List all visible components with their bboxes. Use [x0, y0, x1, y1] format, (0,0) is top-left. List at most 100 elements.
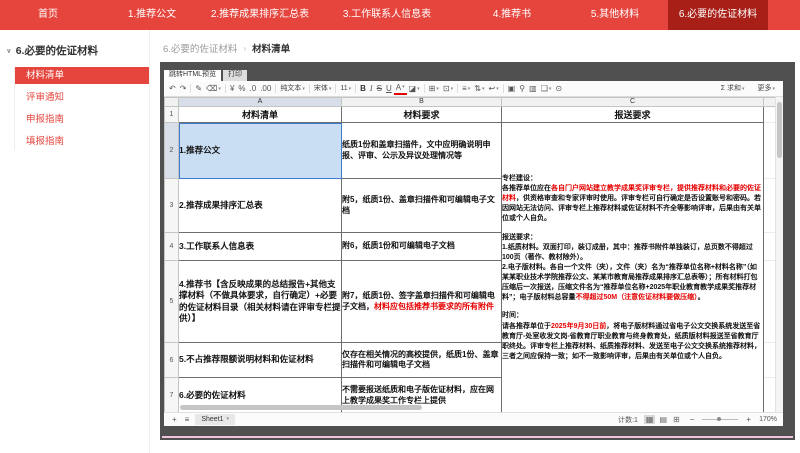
nav-tab-6[interactable]: 5.其他材料 — [562, 0, 668, 30]
increase-decimal-icon[interactable]: .00 — [258, 82, 273, 96]
zoom-slider[interactable] — [702, 419, 738, 420]
page-view-icon[interactable]: ▤ — [657, 415, 669, 424]
corner-cell[interactable] — [165, 98, 179, 107]
vertical-align-button[interactable]: ⇅▾ — [472, 82, 486, 96]
number-format-dropdown[interactable]: 纯文本▾ — [278, 82, 307, 96]
header-cell-1[interactable]: 材料清单 — [179, 107, 342, 123]
header-cell-2[interactable]: 材料要求 — [342, 107, 502, 123]
sheet-tab-caret-icon[interactable]: ▾ — [227, 414, 230, 425]
empty-cell[interactable] — [764, 343, 776, 378]
nav-tab-2[interactable]: 1.推荐公文 — [96, 0, 208, 30]
cell-B3[interactable]: 附5，纸质1份、盖章扫描件和可编辑电子文档 — [342, 179, 502, 233]
cell-A5[interactable]: 4.推荐书【含反映成果的总结报告+其他支撑材料（不做具体要求，自行确定）+必要的… — [179, 261, 342, 343]
vertical-scrollbar-thumb[interactable] — [777, 102, 782, 158]
page-break-view-icon[interactable]: ⊞ — [671, 415, 682, 424]
comment-button[interactable]: ❏▾ — [539, 82, 554, 96]
nav-tab-5[interactable]: 4.推荐书 — [462, 0, 562, 30]
underline-button[interactable]: U — [384, 82, 394, 96]
viewer-tab-2[interactable]: 打印 — [223, 70, 247, 81]
row-number-1[interactable]: 1 — [165, 107, 179, 123]
dropdown-caret-icon: ▾ — [451, 82, 454, 96]
more-dropdown[interactable]: 更多▾ — [755, 82, 777, 96]
vertical-scrollbar[interactable] — [775, 97, 783, 412]
sidebar-item-3[interactable]: 申报指南 — [15, 111, 149, 128]
header-cell-3[interactable]: 报送要求 — [502, 107, 764, 123]
cell-A3[interactable]: 2.推荐成果排序汇总表 — [179, 179, 342, 233]
text-wrap-button[interactable]: ↩▾ — [487, 82, 501, 96]
decrease-decimal-icon[interactable]: .0 — [248, 82, 259, 96]
cell-B6[interactable]: 仅存在相关情况的高校提供，纸质1份、盖章扫描件和可编辑电子文档 — [342, 343, 502, 378]
cell-text-segment: ，供资格审查和专家评审时使用。评审专栏可自行确定是否设置账号和密码。若因网站无法… — [502, 195, 761, 222]
borders-button[interactable]: ⊞▾ — [427, 82, 441, 96]
sum-dropdown[interactable]: Σ 求和▾ — [719, 82, 747, 96]
cell-A6[interactable]: 5.不占推荐限额说明材料和佐证材料 — [179, 343, 342, 378]
normal-view-icon[interactable]: ▦ — [644, 415, 656, 424]
italic-button[interactable]: I — [368, 82, 375, 96]
nav-tab-1[interactable]: 首页 — [0, 0, 96, 30]
nav-tab-7[interactable]: 6.必要的佐证材料 — [668, 0, 768, 30]
insert-chart-button[interactable]: ▥ — [527, 82, 539, 96]
percent-format-icon[interactable]: % — [236, 82, 247, 96]
col-header-B[interactable]: B — [342, 98, 502, 107]
row-number-4[interactable]: 4 — [165, 233, 179, 261]
cell-B4[interactable]: 附6，纸质1份和可编辑电子文档 — [342, 233, 502, 261]
cell-B5[interactable]: 附7，纸质1份、签字盖章扫描件和可编辑电子文档，材料应包括推荐书要求的所有附件 — [342, 261, 502, 343]
row-number-5[interactable]: 5 — [165, 261, 179, 343]
sidebar-item-2[interactable]: 评审通知 — [15, 89, 149, 106]
toolbar-separator — [335, 84, 336, 93]
redo-icon[interactable]: ↷ — [178, 82, 189, 96]
col-header-A[interactable]: A — [179, 98, 342, 107]
empty-cell[interactable] — [764, 378, 776, 413]
row-number-6[interactable]: 6 — [165, 343, 179, 378]
empty-cell[interactable] — [764, 107, 776, 123]
empty-cell[interactable] — [764, 123, 776, 179]
breadcrumb-current: 材料清单 — [252, 41, 290, 55]
sheet-tab[interactable]: Sheet1 ▾ — [195, 414, 235, 425]
font-color-button[interactable]: A▾ — [394, 82, 407, 95]
paragraph-body: 各推荐单位应在各自门户网站建立教学成果奖评审专栏，提供推荐材料和必要的佐证材料，… — [502, 184, 763, 225]
bold-button[interactable]: B — [358, 82, 368, 96]
insert-link-button[interactable]: ⚲ — [517, 82, 527, 96]
empty-cell[interactable] — [764, 233, 776, 261]
strikethrough-button[interactable]: S — [375, 82, 384, 96]
freeze-button[interactable]: ⊙ — [553, 82, 564, 96]
nav-tab-4[interactable]: 3.工作联系人信息表 — [312, 0, 462, 30]
bottom-bar-right: 计数:1 ▦▤⊞ − + 170% — [618, 415, 777, 425]
zoom-in-button[interactable]: + — [744, 415, 753, 424]
empty-cell[interactable] — [764, 179, 776, 233]
currency-format-icon[interactable]: ¥ — [228, 82, 236, 96]
add-sheet-button[interactable]: + — [170, 415, 179, 424]
zoom-out-button[interactable]: − — [688, 415, 697, 424]
row-number-7[interactable]: 7 — [165, 378, 179, 413]
insert-image-button[interactable]: ▣ — [506, 82, 518, 96]
row-number-2[interactable]: 2 — [165, 123, 179, 179]
sidebar-section-label: 6.必要的佐证材料 — [16, 43, 98, 58]
cell-C2-merged[interactable]: 专栏建设：各推荐单位应在各自门户网站建立教学成果奖评审专栏，提供推荐材料和必要的… — [502, 123, 764, 413]
fill-color-button[interactable]: ◪▾ — [407, 82, 422, 96]
horizontal-scrollbar-thumb[interactable] — [180, 405, 422, 410]
zoom-slider-handle[interactable] — [717, 417, 721, 421]
dropdown-caret-icon: ▾ — [218, 82, 221, 96]
col-header-C[interactable]: C — [502, 98, 764, 107]
sidebar-item-1[interactable]: 材料清单 — [15, 67, 149, 84]
nav-tab-3[interactable]: 2.推荐成果排序汇总表 — [208, 0, 312, 30]
paragraph-body: 1.纸质材料。双面打印，装订成册，其中：推荐书附件单独装订，总页数不得超过100… — [502, 243, 763, 304]
font-family-dropdown[interactable]: 宋体▾ — [312, 82, 334, 96]
merge-cells-button[interactable]: ⊡▾ — [441, 82, 455, 96]
sheet-menu-button[interactable]: ≡ — [183, 415, 192, 424]
cell-B2[interactable]: 纸质1份和盖章扫描件，文中应明确说明申报、评审、公示及异议处理情况等 — [342, 123, 502, 179]
empty-cell[interactable] — [764, 261, 776, 343]
sidebar-section-title[interactable]: ∨ 6.必要的佐证材料 — [0, 30, 149, 67]
sidebar-item-4[interactable]: 填报指南 — [15, 133, 149, 150]
undo-icon[interactable]: ↶ — [167, 82, 178, 96]
viewer-tab-1[interactable]: 跳转HTML预览 — [164, 70, 221, 81]
clear-format-icon[interactable]: ⌫▾ — [204, 82, 223, 96]
cell-A2[interactable]: 1.推荐公文 — [179, 123, 342, 179]
cell-text-segment: 附6，纸质1份和可编辑电子文档 — [342, 241, 455, 250]
breadcrumb-parent[interactable]: 6.必要的佐证材料 — [163, 41, 237, 55]
format-painter-icon[interactable]: ✎ — [193, 82, 204, 96]
font-size-dropdown[interactable]: 11▾ — [338, 82, 353, 96]
row-number-3[interactable]: 3 — [165, 179, 179, 233]
cell-A4[interactable]: 3.工作联系人信息表 — [179, 233, 342, 261]
horizontal-align-button[interactable]: ≡▾ — [460, 82, 472, 96]
